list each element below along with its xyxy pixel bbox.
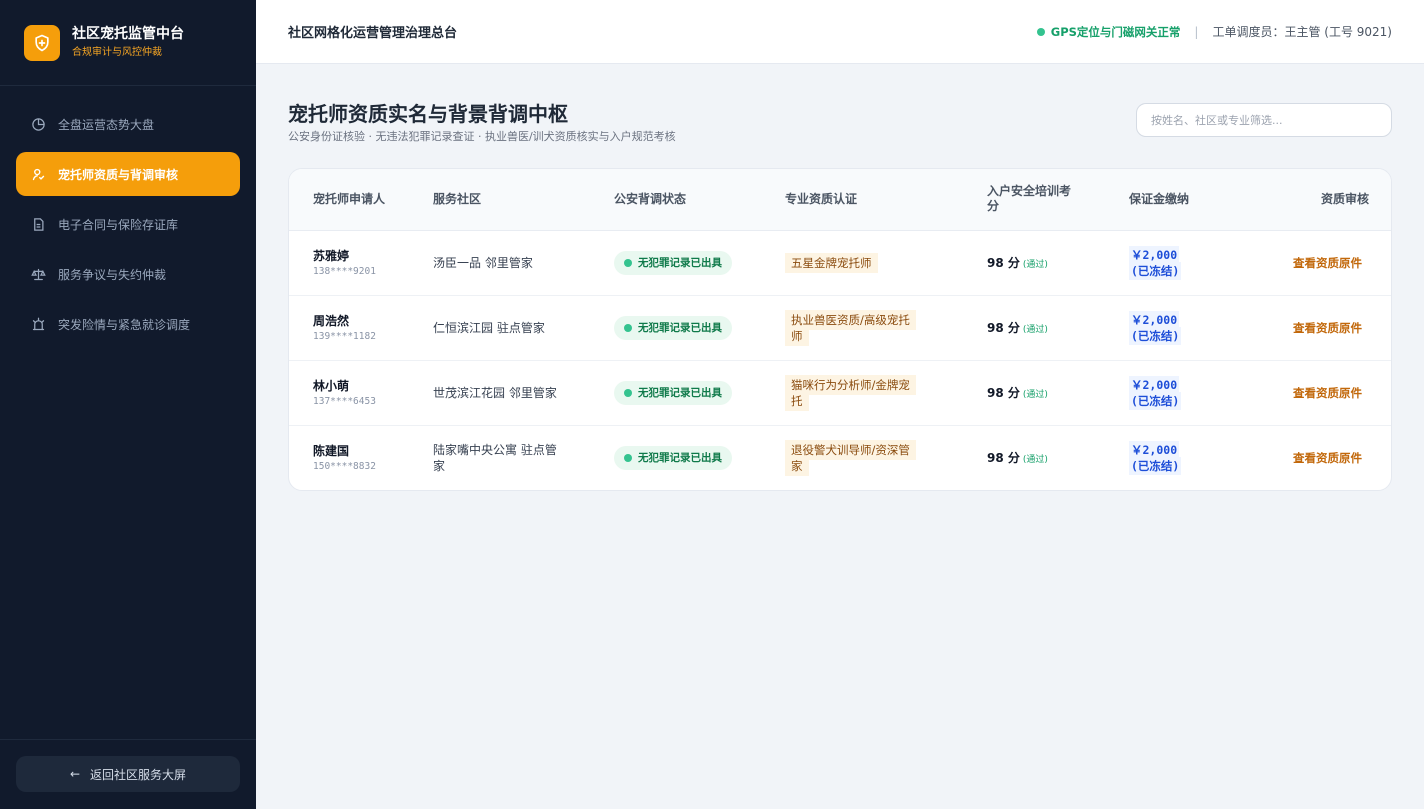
sidebar-item-emergency[interactable]: 突发险情与紧急就诊调度 (16, 302, 240, 346)
applicant-name: 周浩然 (313, 314, 350, 328)
applicant-name: 苏雅婷 (313, 249, 350, 263)
community-name: 陆家嘴中央公寓 驻点管家 (433, 442, 557, 473)
check-status-badge: 无犯罪记录已出具 (614, 380, 732, 405)
table-row: 周浩然 139****1182 仁恒滨江园 驻点管家 无犯罪记录已出具 执业兽医… (289, 295, 1391, 360)
header-separator: | (1194, 24, 1199, 39)
training-score: 98 分 (987, 386, 1020, 400)
applicant-phone: 137****6453 (313, 396, 376, 407)
status-dot-icon (624, 323, 632, 332)
applicant-name: 林小萌 (313, 379, 350, 393)
score-status: (通过) (1022, 390, 1048, 400)
qualification-tag: 猫咪行为分析师/金牌宠托 (785, 374, 916, 411)
qualification-tag: 五星金牌宠托师 (785, 252, 878, 273)
arrow-left-icon: ← (69, 767, 81, 781)
table-row: 林小萌 137****6453 世茂滨江花园 邻里管家 无犯罪记录已出具 猫咪行… (289, 360, 1391, 425)
operator-info: 工单调度员：王主管 (工号 9021) (1212, 25, 1392, 39)
sidebar-nav: 全盘运营态势大盘 宠托师资质与背调审核 电子合同与保险存证库 服务争议与失约仲裁… (0, 86, 256, 346)
sidebar-item-label: 全盘运营态势大盘 (58, 117, 155, 132)
header-status-area: GPS定位与门磁网关正常 | 工单调度员：王主管 (工号 9021) (1036, 23, 1392, 40)
applicants-table: 宠托师申请人 服务社区 公安背调状态 专业资质认证 入户安全培训考分 保证金缴纳… (289, 169, 1391, 490)
status-dot-icon (624, 388, 632, 397)
page-title: 宠托师资质实名与背景背调中枢 (288, 102, 568, 126)
deposit-tag: ￥2,000 (已冻结) (1129, 245, 1182, 280)
top-bar: 社区网格化运营管理治理总台 GPS定位与门磁网关正常 | 工单调度员：王主管 (… (256, 0, 1424, 64)
shield-logo-icon (24, 24, 60, 61)
view-documents-link[interactable]: 查看资质原件 (1293, 255, 1363, 271)
view-documents-link[interactable]: 查看资质原件 (1293, 450, 1363, 466)
table-row: 苏雅婷 138****9201 汤臣一品 邻里管家 无犯罪记录已出具 五星金牌宠… (289, 230, 1391, 295)
check-status-text: 无犯罪记录已出具 (638, 257, 722, 269)
applicant-phone: 138****9201 (313, 266, 376, 277)
training-score: 98 分 (987, 451, 1020, 466)
alarm-icon (30, 316, 46, 332)
check-status-badge: 无犯罪记录已出具 (614, 315, 732, 340)
main-content: 宠托师资质实名与背景背调中枢 公安身份证核验 · 无违法犯罪记录查证 · 执业兽… (288, 64, 1392, 491)
training-score: 98 分 (987, 321, 1020, 335)
applicant-name: 陈建国 (313, 444, 350, 459)
pie-chart-icon (30, 116, 46, 132)
status-dot-icon (1036, 27, 1045, 36)
applicant-phone: 150****8832 (313, 461, 376, 473)
column-header: 宠托师申请人 (289, 169, 425, 231)
contract-icon (30, 216, 46, 232)
column-header: 入户安全培训考分 (979, 169, 1121, 231)
page-subtitle: 公安身份证核验 · 无违法犯罪记录查证 · 执业兽医/训犬资质核实与入户规范考核 (288, 130, 676, 143)
brand: 社区宠托监管中台 合规审计与风控仲裁 (0, 0, 256, 86)
sidebar-item-dashboard[interactable]: 全盘运营态势大盘 (16, 102, 240, 146)
column-header: 服务社区 (425, 169, 606, 231)
back-button-label: 返回社区服务大屏 (90, 767, 187, 782)
score-status: (通过) (1022, 325, 1048, 335)
sidebar-footer: ← 返回社区服务大屏 (0, 739, 256, 809)
column-header: 保证金缴纳 (1121, 169, 1274, 231)
user-check-icon (30, 166, 46, 182)
check-status-text: 无犯罪记录已出具 (638, 322, 722, 334)
sidebar-item-label: 宠托师资质与背调审核 (58, 167, 179, 182)
sidebar-item-label: 服务争议与失约仲裁 (58, 267, 167, 282)
search-input[interactable] (1136, 103, 1392, 137)
sidebar-item-label: 突发险情与紧急就诊调度 (58, 317, 191, 332)
back-to-dashboard-button[interactable]: ← 返回社区服务大屏 (16, 756, 240, 792)
sidebar-item-disputes[interactable]: 服务争议与失约仲裁 (16, 252, 240, 296)
view-documents-link[interactable]: 查看资质原件 (1293, 385, 1363, 401)
check-status-text: 无犯罪记录已出具 (638, 452, 722, 465)
qualification-tag: 执业兽医资质/高级宠托师 (785, 309, 916, 346)
training-score: 98 分 (987, 256, 1020, 270)
score-status: (通过) (1022, 455, 1048, 466)
sidebar-item-qualification[interactable]: 宠托师资质与背调审核 (16, 152, 240, 196)
check-status-badge: 无犯罪记录已出具 (614, 250, 732, 275)
qualification-tag: 退役警犬训导师/资深管家 (785, 439, 916, 476)
applicant-phone: 139****1182 (313, 331, 376, 342)
header-title: 社区网格化运营管理治理总台 (288, 26, 458, 41)
applicants-table-card: 宠托师申请人 服务社区 公安背调状态 专业资质认证 入户安全培训考分 保证金缴纳… (288, 168, 1392, 491)
status-dot-icon (624, 258, 632, 267)
sidebar-item-contracts[interactable]: 电子合同与保险存证库 (16, 202, 240, 246)
check-status-text: 无犯罪记录已出具 (638, 387, 722, 399)
gateway-status: GPS定位与门磁网关正常 (1050, 24, 1181, 39)
view-documents-link[interactable]: 查看资质原件 (1293, 320, 1363, 336)
table-row: 陈建国 150****8832 陆家嘴中央公寓 驻点管家 无犯罪记录已出具 退役… (289, 425, 1391, 490)
community-name: 世茂滨江花园 邻里管家 (433, 385, 557, 400)
check-status-badge: 无犯罪记录已出具 (614, 445, 732, 470)
scale-icon (30, 266, 46, 282)
sidebar: 社区宠托监管中台 合规审计与风控仲裁 全盘运营态势大盘 宠托师资质与背调审核 电… (0, 0, 256, 809)
brand-title: 社区宠托监管中台 (72, 26, 184, 42)
score-status: (通过) (1022, 260, 1048, 270)
page-header: 宠托师资质实名与背景背调中枢 公安身份证核验 · 无违法犯罪记录查证 · 执业兽… (288, 64, 1392, 168)
column-header: 公安背调状态 (606, 169, 777, 231)
community-name: 仁恒滨江园 驻点管家 (433, 320, 545, 335)
brand-subtitle: 合规审计与风控仲裁 (72, 47, 162, 58)
table-header-row: 宠托师申请人 服务社区 公安背调状态 专业资质认证 入户安全培训考分 保证金缴纳… (289, 169, 1391, 231)
column-header: 专业资质认证 (777, 169, 979, 231)
deposit-tag: ￥2,000 (已冻结) (1129, 310, 1182, 345)
community-name: 汤臣一品 邻里管家 (433, 255, 533, 270)
status-dot-icon (624, 453, 632, 462)
sidebar-item-label: 电子合同与保险存证库 (58, 217, 179, 232)
deposit-tag: ￥2,000 (已冻结) (1129, 375, 1182, 410)
column-header: 资质审核 (1274, 169, 1391, 231)
deposit-tag: ￥2,000 (已冻结) (1129, 440, 1182, 475)
